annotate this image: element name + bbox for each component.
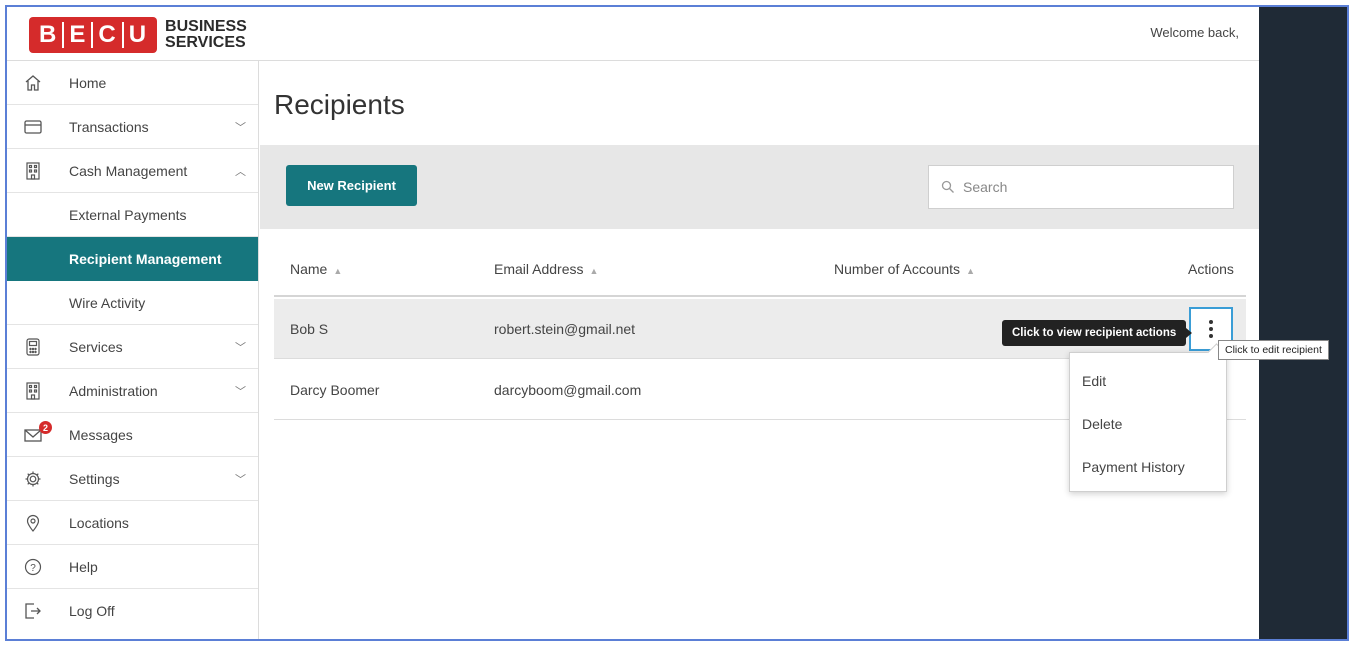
- sidebar-item-administration[interactable]: Administration ﹀: [7, 369, 258, 413]
- sidebar-item-label: Help: [69, 558, 98, 575]
- dark-side-panel: [1259, 7, 1347, 639]
- chevron-down-icon: ﹀: [235, 121, 246, 134]
- gear-icon: [23, 469, 43, 489]
- sidebar-item-label: Wire Activity: [69, 294, 146, 311]
- sidebar-item-label: Services: [69, 338, 123, 355]
- sidebar-item-label: Administration: [69, 382, 158, 399]
- kebab-dot: [1209, 320, 1213, 324]
- sidebar-item-home[interactable]: Home: [7, 61, 258, 105]
- recipient-name: Bob S: [290, 321, 329, 337]
- sidebar-item-label: Messages: [69, 426, 133, 443]
- logo-wordmark: BUSINESS SERVICES: [165, 18, 247, 51]
- sidebar-item-label: Settings: [69, 470, 120, 487]
- sort-icon: ▲: [589, 266, 599, 276]
- logout-icon: [23, 601, 43, 621]
- top-header: B E C U BUSINESS SERVICES Welcome back,: [7, 7, 1259, 61]
- location-pin-icon: [23, 513, 43, 533]
- chevron-down-icon: ﹀: [235, 385, 246, 398]
- sidebar-item-label: Home: [69, 74, 107, 91]
- calculator-icon: [23, 337, 43, 357]
- logo-letter: B: [39, 21, 58, 48]
- logo-mark: B E C U: [29, 17, 158, 53]
- menu-item-payment-history[interactable]: Payment History: [1082, 459, 1185, 475]
- sidebar-item-services[interactable]: Services ﹀: [7, 325, 258, 369]
- welcome-text: Welcome back,: [1150, 25, 1239, 40]
- column-header-email[interactable]: Email Address ▲: [494, 261, 598, 277]
- actions-dropdown-menu: Edit Delete Payment History: [1069, 352, 1227, 492]
- column-header-actions: Actions: [1188, 261, 1234, 277]
- column-header-accounts[interactable]: Number of Accounts ▲: [834, 261, 975, 277]
- sidebar-item-label: External Payments: [69, 206, 187, 223]
- sidebar-item-wire-activity[interactable]: Wire Activity: [7, 281, 258, 325]
- sidebar-item-help[interactable]: ? Help: [7, 545, 258, 589]
- sidebar-item-recipient-management[interactable]: Recipient Management: [7, 237, 258, 281]
- page-title: Recipients: [274, 89, 405, 120]
- sidebar-item-label: Cash Management: [69, 162, 188, 179]
- actions-tooltip: Click to view recipient actions: [1002, 320, 1193, 346]
- sidebar-item-label: Locations: [69, 514, 129, 531]
- chevron-down-icon: ﹀: [235, 341, 246, 354]
- home-icon: [23, 73, 43, 93]
- sidebar-item-label: Recipient Management: [69, 250, 222, 267]
- chevron-up-icon: ︿: [235, 165, 246, 178]
- sort-icon: ▲: [333, 266, 343, 276]
- building-icon: [23, 381, 43, 401]
- logo-letter: U: [128, 21, 148, 48]
- search-icon: [941, 180, 954, 193]
- unread-badge: 2: [39, 421, 52, 434]
- sidebar-item-label: Transactions: [69, 118, 149, 135]
- recipient-email: robert.stein@gmail.net: [494, 321, 636, 337]
- kebab-dot: [1209, 327, 1213, 331]
- sidebar-item-external-payments[interactable]: External Payments: [7, 193, 258, 237]
- menu-item-edit[interactable]: Edit: [1082, 373, 1106, 389]
- new-recipient-button[interactable]: New Recipient: [286, 165, 417, 206]
- toolbar: New Recipient: [260, 145, 1259, 229]
- chevron-down-icon: ﹀: [235, 473, 246, 486]
- sidebar-item-log-off[interactable]: Log Off: [7, 589, 258, 633]
- logo-letter: C: [98, 21, 117, 48]
- search-input[interactable]: [963, 179, 1213, 195]
- column-header-name[interactable]: Name ▲: [290, 261, 342, 277]
- table-header: Name ▲ Email Address ▲ Number of Accounts ▲…: [274, 245, 1246, 297]
- main-content: Recipients New Recipient Name▲ Email Add…: [260, 61, 1259, 639]
- building-icon: [23, 161, 43, 181]
- kebab-dot: [1209, 334, 1213, 338]
- app-frame: B E C U BUSINESS SERVICES Welcome back, …: [5, 5, 1349, 641]
- svg-text:?: ?: [30, 563, 36, 574]
- sidebar-item-settings[interactable]: Settings ﹀: [7, 457, 258, 501]
- menu-item-delete[interactable]: Delete: [1082, 416, 1122, 432]
- sort-icon: ▲: [966, 266, 975, 276]
- becu-logo[interactable]: B E C U BUSINESS SERVICES: [29, 15, 247, 55]
- edit-tooltip: Click to edit recipient: [1218, 340, 1329, 360]
- sidebar-item-cash-management[interactable]: Cash Management ︿: [7, 149, 258, 193]
- search-box[interactable]: [928, 165, 1234, 209]
- help-circle-icon: ?: [23, 557, 43, 577]
- sidebar-item-messages[interactable]: 2 Messages: [7, 413, 258, 457]
- sidebar-nav: Home Transactions ﹀ Cash Management ︿ Ex…: [7, 61, 259, 639]
- recipient-name: Darcy Boomer: [290, 382, 380, 398]
- logo-letter: E: [69, 21, 87, 48]
- sidebar-item-transactions[interactable]: Transactions ﹀: [7, 105, 258, 149]
- sidebar-item-label: Log Off: [69, 603, 115, 619]
- sidebar-item-locations[interactable]: Locations: [7, 501, 258, 545]
- recipient-email: darcyboom@gmail.com: [494, 382, 642, 398]
- card-icon: [23, 117, 43, 137]
